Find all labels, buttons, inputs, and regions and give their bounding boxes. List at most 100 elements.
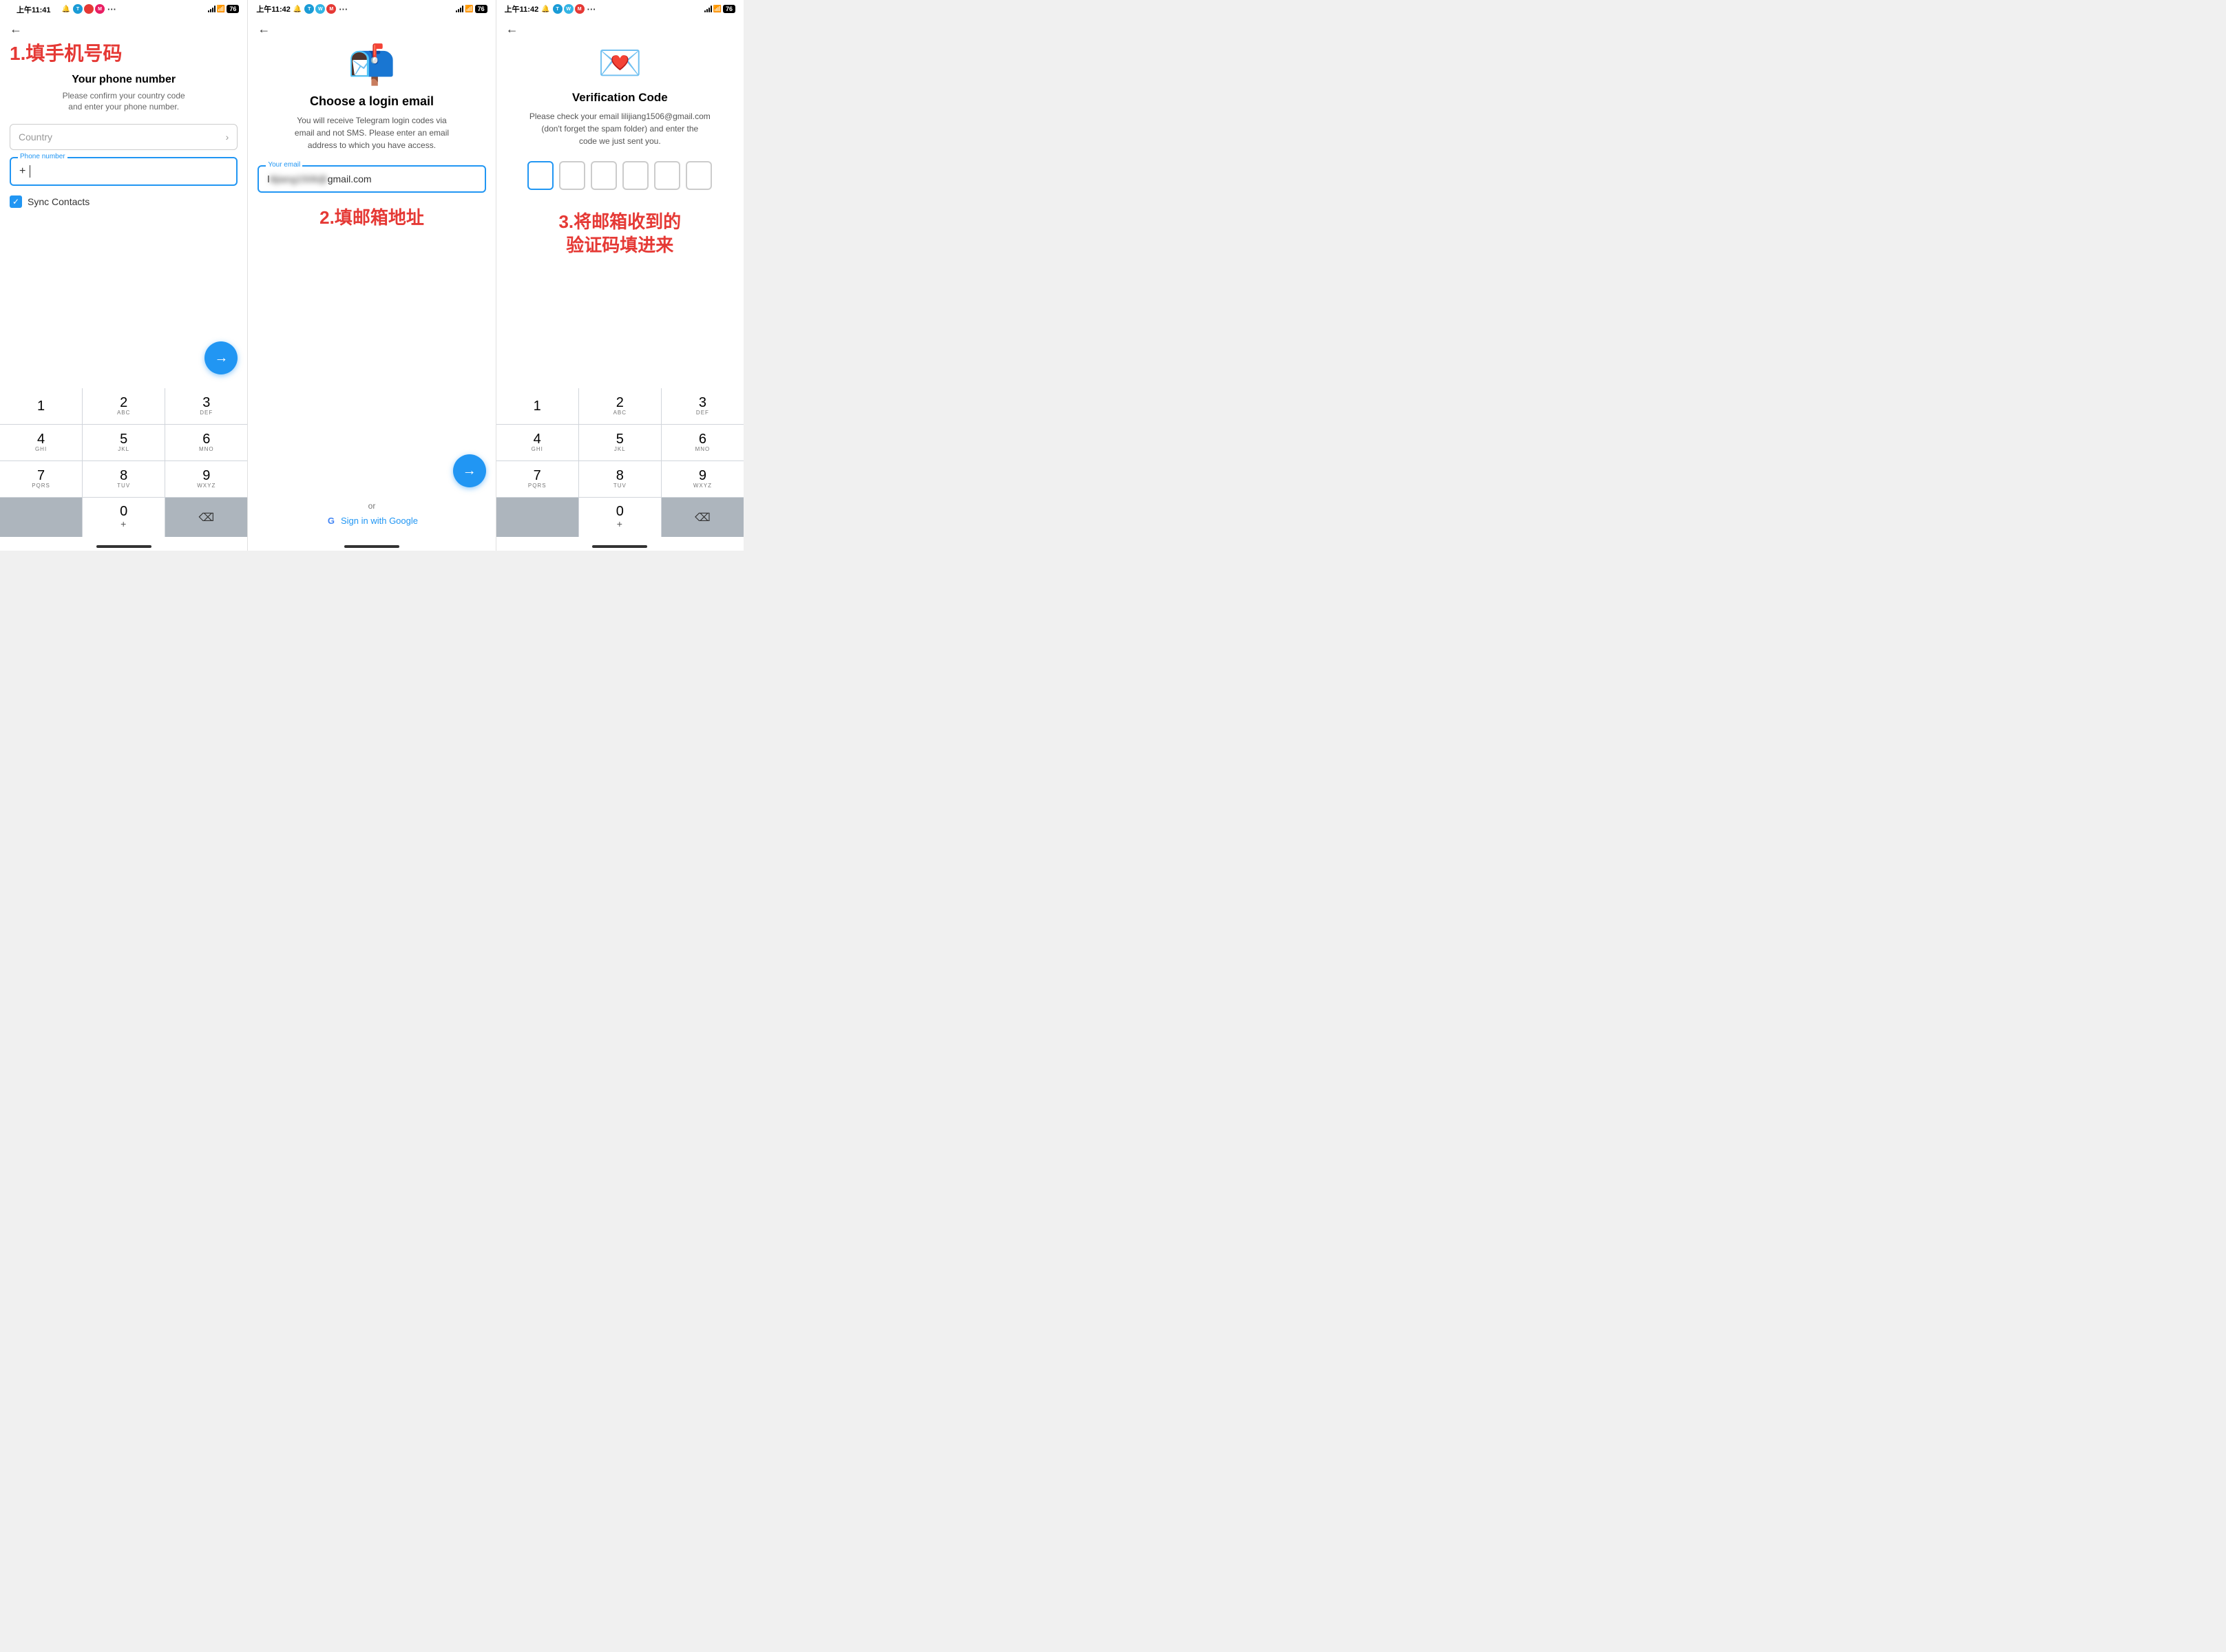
key-1-1[interactable]: 1 [0,388,82,424]
email-subtitle: You will receive Telegram login codes vi… [295,114,449,151]
code-input-boxes[interactable] [527,161,712,190]
home-bar-indicator-1 [96,545,151,548]
back-button-2[interactable]: ← [248,17,495,42]
key-digit: 8 [120,469,127,483]
key-1-6[interactable]: 6 MNO [165,425,247,460]
panel-phone-number: 上午11:41 🔔 T M ··· 📶 76 ← 1.填手机号码 Your ph… [0,0,248,551]
notif-2: W [315,4,325,14]
notification-dots-1: T M [73,4,105,14]
battery-2: 76 [475,5,487,13]
code-box-4[interactable] [622,161,649,190]
chevron-right-icon: › [226,131,229,142]
key-3-4[interactable]: 4 GHI [496,425,578,460]
fab-row-2: → [248,454,495,501]
or-section: or G Sign in with Google [248,501,495,537]
key-3-2[interactable]: 2 ABC [579,388,661,424]
key-3-empty [496,498,578,537]
key-digit: 1 [37,399,45,413]
back-arrow-2: ← [258,22,270,36]
back-arrow-3: ← [506,22,518,36]
key-1-4[interactable]: 4 GHI [0,425,82,460]
key-3-6[interactable]: 6 MNO [662,425,744,460]
back-button-1[interactable]: ← [0,17,247,42]
notif-tg-3: T [553,4,563,14]
more-dots-1: ··· [107,4,116,14]
notif-bell-2: 🔔 [293,6,302,13]
status-bar-1: 上午11:41 🔔 T M ··· 📶 76 [0,0,247,17]
notif-bell: 🔔 [62,6,70,13]
key-sub: PQRS [32,483,50,489]
numpad-1: 1 2 ABC 3 DEF 4 GHI 5 JKL 6 MNO 7 PQRS 8… [0,388,247,537]
home-bar-indicator-2 [344,545,399,548]
code-box-3[interactable] [591,161,617,190]
email-value: lilijiang1506@gmail.com [267,173,476,184]
key-digit: 3 [699,396,706,410]
signal-icon-1 [208,6,216,12]
home-bar-indicator-3 [592,545,647,548]
key-digit: 9 [699,469,706,483]
next-button-1[interactable]: → [204,341,238,374]
next-button-2[interactable]: → [453,454,486,487]
notif-3b: M [575,4,585,14]
or-text: or [248,501,495,511]
envelope-emoji: 💌 [598,42,642,84]
key-1-5[interactable]: 5 JKL [83,425,165,460]
title-chinese-1: 1.填手机号码 [10,42,238,65]
status-bar-3: 上午11:42 🔔 T W M ··· 📶 76 [496,0,744,17]
key-3-3[interactable]: 3 DEF [662,388,744,424]
key-sub: TUV [117,483,130,489]
panel-verification: 上午11:42 🔔 T W M ··· 📶 76 ← 💌 Verificatio… [496,0,744,551]
email-blurred: ilijiang1506@ [269,173,327,184]
sync-checkbox[interactable]: ✓ [10,195,22,208]
key-digit: 8 [616,469,624,483]
key-1-9[interactable]: 9 WXYZ [165,461,247,497]
key-sub: WXYZ [197,483,216,489]
code-box-1[interactable] [527,161,554,190]
key-3-7[interactable]: 7 PQRS [496,461,578,497]
notif-orange: M [95,4,105,14]
key-digit: 2 [616,396,624,410]
key-plus: + [617,518,623,530]
panel-email: 上午11:42 🔔 T W M ··· 📶 76 ← 📬 Choose a lo… [248,0,496,551]
home-bar-1 [0,537,247,551]
panel3-content: 💌 Verification Code Please check your em… [496,42,744,388]
key-digit: 0 [120,505,127,518]
key-3-8[interactable]: 8 TUV [579,461,661,497]
code-box-2[interactable] [559,161,585,190]
key-1-2[interactable]: 2 ABC [83,388,165,424]
key-3-9[interactable]: 9 WXYZ [662,461,744,497]
code-box-6[interactable] [686,161,712,190]
key-digit: 9 [202,469,210,483]
key-digit: 4 [534,432,541,446]
key-1-del[interactable]: ⌫ [165,498,247,537]
key-1-7[interactable]: 7 PQRS [0,461,82,497]
status-icons-right-1: 📶 76 [208,5,239,13]
key-3-0[interactable]: 0 + [579,498,661,537]
key-1-8[interactable]: 8 TUV [83,461,165,497]
key-sub: TUV [613,483,627,489]
key-1-0[interactable]: 0 + [83,498,165,537]
phone-input-container[interactable]: Phone number + [10,157,238,186]
home-bar-2 [248,537,495,551]
notification-dots-3: T W M [553,4,585,14]
email-input-container[interactable]: Your email lilijiang1506@gmail.com [258,165,485,193]
key-1-3[interactable]: 3 DEF [165,388,247,424]
google-icon: G [326,515,337,526]
sync-contacts-row[interactable]: ✓ Sync Contacts [10,195,238,208]
key-plus: + [120,518,127,530]
sign-in-google-button[interactable]: G Sign in with Google [248,515,495,526]
notif-tg-2: T [304,4,314,14]
key-digit: 0 [616,505,624,518]
back-button-3[interactable]: ← [496,17,744,42]
email-title: Choose a login email [310,94,434,109]
panel2-content: 📬 Choose a login email You will receive … [248,42,495,454]
key-3-del[interactable]: ⌫ [662,498,744,537]
notif-telegram: T [73,4,83,14]
country-selector[interactable]: Country › [10,124,238,150]
signal-icon-2 [456,6,463,12]
code-box-5[interactable] [654,161,680,190]
notif-bell-3: 🔔 [541,6,549,13]
country-placeholder: Country [19,131,52,142]
key-3-5[interactable]: 5 JKL [579,425,661,460]
key-3-1[interactable]: 1 [496,388,578,424]
